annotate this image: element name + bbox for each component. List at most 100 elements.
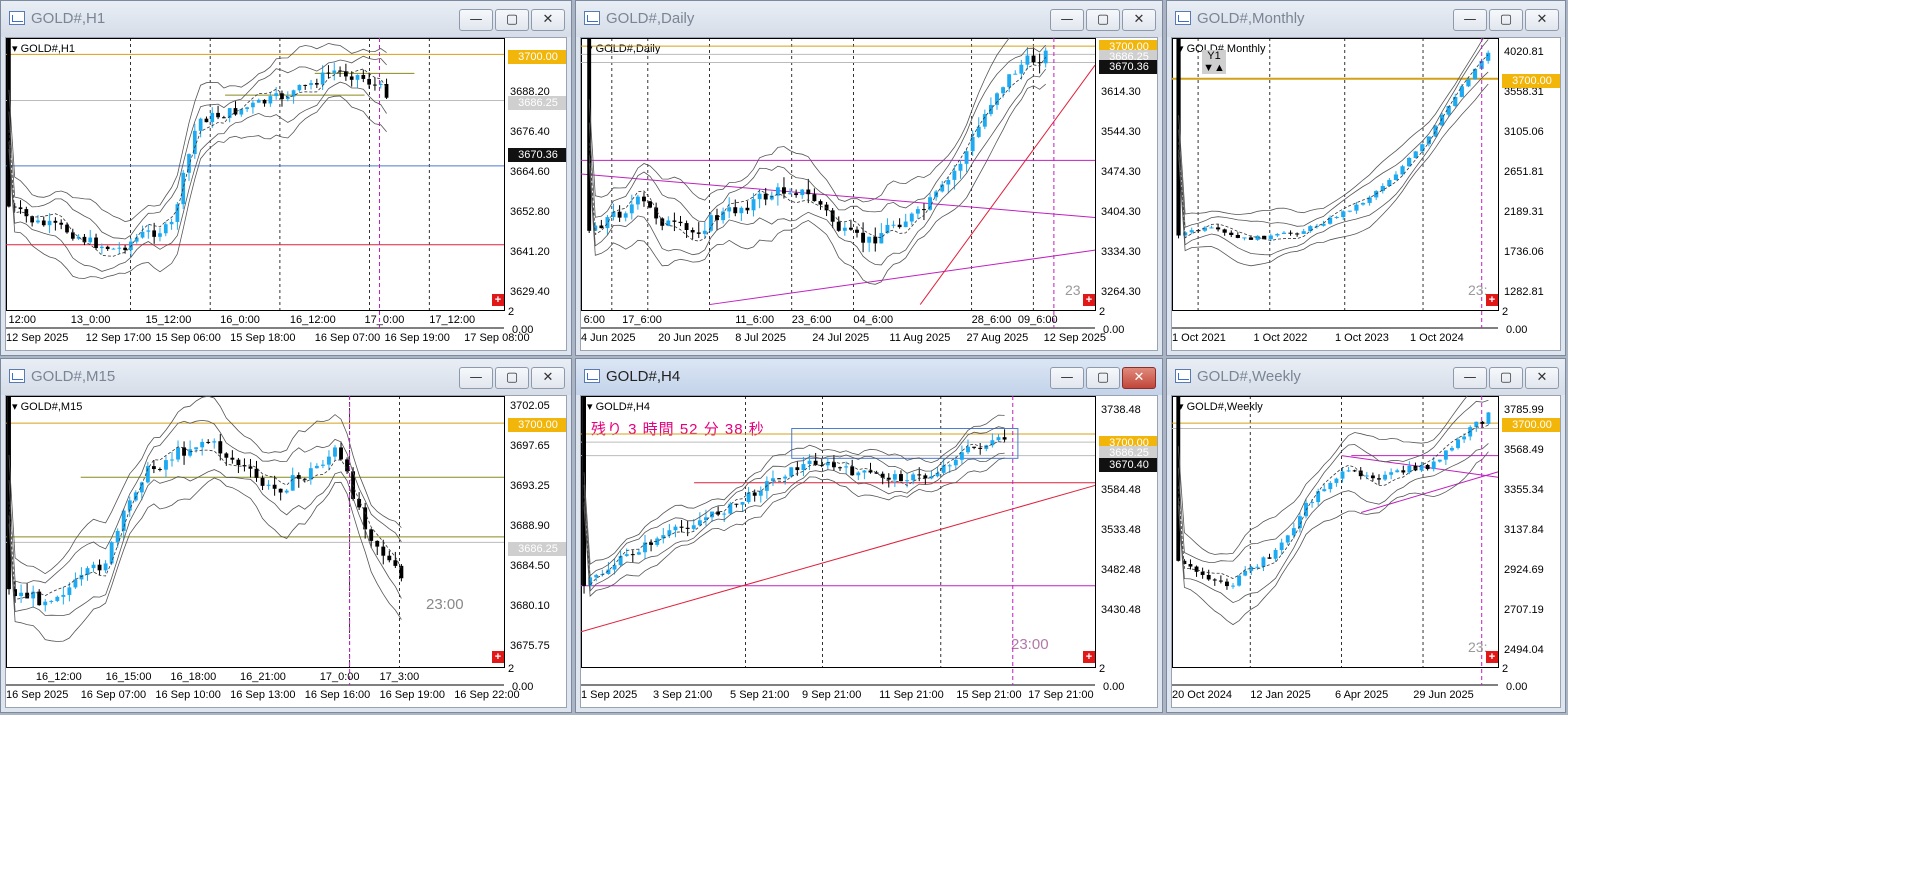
candle-body [1340,471,1345,479]
close-button[interactable]: ✕ [1122,367,1156,389]
add-indicator-button[interactable]: + [1083,294,1095,306]
candle-body [739,207,744,214]
add-indicator-button[interactable]: + [492,651,504,663]
chart-window-weekly[interactable]: GOLD#,Weekly — ▢ ✕ ▾ GOLD#,Weekly 3785.9… [1166,358,1566,713]
maximize-button[interactable]: ▢ [495,367,529,389]
chart-window-h4[interactable]: GOLD#,H4 — ▢ ✕ ▾ GOLD#,H4 残り 3 時間 52 分 3… [575,358,1163,713]
chart-window-m15[interactable]: GOLD#,M15 — ▢ ✕ ▾ GOLD#,M15 23:00 3702.0… [0,358,572,713]
chart-area[interactable]: ▾ GOLD#,M15 23:00 3702.05 3697.65 3693.25 3… [5,395,567,708]
candle-body [1188,564,1193,567]
price-badge: 3700.00 [508,418,566,432]
candle-timer: 23: [1468,282,1488,298]
candle-body [1267,557,1272,559]
price-chart[interactable] [6,396,566,707]
candle-body [1037,62,1042,64]
trend-line[interactable] [919,64,1096,305]
close-button[interactable]: ✕ [1525,367,1559,389]
titlebar[interactable]: GOLD#,Monthly — ▢ ✕ [1167,1,1565,37]
maximize-button[interactable]: ▢ [495,9,529,31]
maximize-button[interactable]: ▢ [1489,9,1523,31]
close-button[interactable]: ✕ [531,9,565,31]
candle-body [361,75,366,79]
add-indicator-button[interactable]: + [492,294,504,306]
trend-line[interactable] [581,484,1096,633]
price-label: 3680.10 [510,600,550,612]
titlebar[interactable]: GOLD#,Weekly — ▢ ✕ [1167,359,1565,395]
minimize-button[interactable]: — [1453,367,1487,389]
close-button[interactable]: ✕ [1525,9,1559,31]
candle-body [290,475,295,491]
candle-body [958,163,963,171]
candle-body [1431,461,1436,470]
candle-body [239,109,244,115]
candle-body [1273,549,1278,559]
candle-body [1420,144,1425,152]
date-label: 17 Sep 21:00 [1028,689,1094,701]
maximize-button[interactable]: ▢ [1086,9,1120,31]
price-chart[interactable] [1172,396,1560,707]
minimize-button[interactable]: — [1453,9,1487,31]
close-button[interactable]: ✕ [1122,9,1156,31]
trend-line[interactable] [581,173,1096,219]
candle-body [861,232,866,243]
candle-body [801,464,806,471]
price-badge: 3670.36 [508,148,566,162]
candle-body [1013,73,1018,75]
date-label: 1 Oct 2024 [1409,332,1464,344]
candle-body [842,227,847,231]
candle-body [111,248,116,250]
close-button[interactable]: ✕ [531,367,565,389]
candle-body [251,102,255,108]
chart-window-monthly[interactable]: GOLD#,Monthly — ▢ ✕ ▾ GOLD#,Monthly Y1 ▼… [1166,0,1566,356]
candle-body [309,83,313,85]
chart-window-h1[interactable]: GOLD#,H1 — ▢ ✕ ▾ GOLD#,H1 3688.20 3676.40… [0,0,572,356]
candle-body [266,484,271,486]
add-indicator-button[interactable]: + [1486,651,1498,663]
price-chart[interactable] [6,38,566,350]
chart-area[interactable]: ▾ GOLD#,Daily 3614.30 3544.30 3474.30 3404.… [580,37,1158,351]
add-indicator-button[interactable]: + [1083,651,1095,663]
add-indicator-button[interactable]: + [1486,294,1498,306]
plot-frame [6,396,505,668]
date-label: 3 Sep 21:00 [652,689,713,701]
chart-area[interactable]: ▾ GOLD#,H1 3688.20 3676.40 3664.60 3652.80 3… [5,37,567,351]
candle-body [146,230,151,232]
chart-area[interactable]: ▾ GOLD#,Weekly 3785.99 3568.49 3355.34 3137… [1171,395,1561,708]
price-chart[interactable] [581,396,1157,707]
candle-body [140,231,145,238]
chart-window-daily[interactable]: GOLD#,Daily — ▢ ✕ ▾ GOLD#,Daily 3614.30 3… [575,0,1163,356]
trend-line[interactable] [709,249,1096,306]
minimize-button[interactable]: — [1050,367,1084,389]
candle-body [966,446,970,453]
chart-icon [584,11,600,25]
minimize-button[interactable]: — [459,367,493,389]
minimize-button[interactable]: — [459,9,493,31]
price-label: 3738.48 [1101,404,1141,416]
maximize-button[interactable]: ▢ [1489,367,1523,389]
trend-line[interactable] [1360,471,1499,514]
price-label: 3482.48 [1101,564,1141,576]
date-label: 16 Sep 16:00 [304,689,371,701]
candle-body [1255,566,1260,568]
titlebar[interactable]: GOLD#,M15 — ▢ ✕ [1,359,571,395]
candle-body [297,84,302,91]
titlebar[interactable]: GOLD#,H1 — ▢ ✕ [1,1,571,37]
candle-body [909,213,914,222]
date-label: 8 Jul 2025 [735,332,786,344]
titlebar[interactable]: GOLD#,Daily — ▢ ✕ [576,1,1162,37]
chart-area[interactable]: ▾ GOLD#,Monthly Y1 ▼▲ 4020.81 3558.31 3105… [1171,37,1561,351]
price-label: 3684.50 [510,560,550,572]
candle-body [278,488,283,493]
candle-body [1218,580,1223,582]
chart-area[interactable]: ▾ GOLD#,H4 残り 3 時間 52 分 38 秒 23:00 3738.… [580,395,1158,708]
maximize-button[interactable]: ▢ [1086,367,1120,389]
candle-body [830,210,835,222]
candle-body [212,441,217,443]
candle-body [1025,55,1030,65]
minimize-button[interactable]: — [1050,9,1084,31]
titlebar[interactable]: GOLD#,H4 — ▢ ✕ [576,359,1162,395]
indicator-band [583,457,1005,597]
date-label: 16 Sep 2025 [6,689,69,701]
candle-body [7,396,11,590]
price-chart[interactable] [581,38,1157,350]
